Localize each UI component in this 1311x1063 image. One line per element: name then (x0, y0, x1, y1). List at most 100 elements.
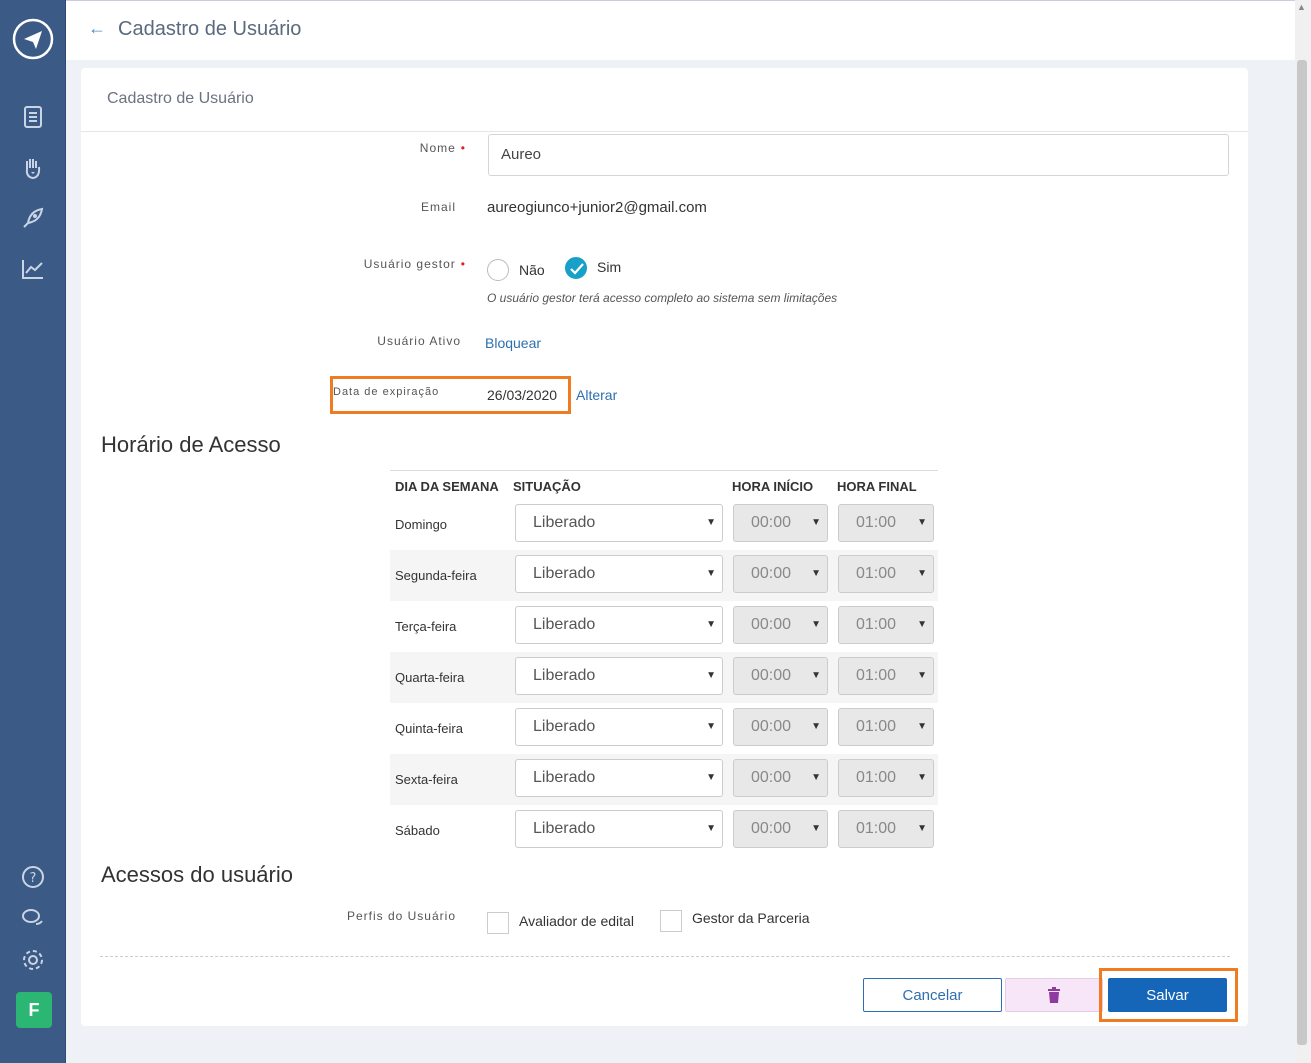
day-label: Quarta-feira (395, 670, 465, 685)
chevron-down-icon: ▼ (811, 670, 821, 681)
day-label: Segunda-feira (395, 568, 477, 583)
chevron-down-icon: ▼ (917, 619, 927, 630)
hora-inicio-select[interactable]: 00:00 ▼ (733, 606, 828, 644)
chevron-down-icon: ▼ (917, 772, 927, 783)
sidebar: ? F (0, 0, 66, 1063)
expiracao-highlight (330, 376, 571, 414)
chevron-down-icon: ▼ (917, 823, 927, 834)
table-row: Quarta-feira Liberado ▼ 00:00 ▼ 01:00 ▼ (390, 652, 938, 703)
document-icon[interactable] (16, 100, 50, 134)
table-row: Segunda-feira Liberado ▼ 00:00 ▼ 01:00 ▼ (390, 550, 938, 601)
gestor-sim-radio[interactable] (565, 257, 587, 279)
form-card: Cadastro de Usuário Nome • Aureo Email au… (81, 68, 1248, 1026)
bloquear-link[interactable]: Bloquear (485, 335, 541, 351)
gestor-sim-label: Sim (597, 259, 622, 275)
gear-icon[interactable] (16, 943, 50, 977)
chevron-down-icon: ▼ (917, 670, 927, 681)
situacao-select[interactable]: Liberado ▼ (515, 708, 723, 746)
table-row: Sexta-feira Liberado ▼ 00:00 ▼ 01:00 ▼ (390, 754, 938, 805)
hora-final-select[interactable]: 01:00 ▼ (838, 759, 934, 797)
day-label: Terça-feira (395, 619, 457, 634)
col-header-inicio: HORA INÍCIO (732, 479, 814, 494)
chevron-down-icon: ▼ (706, 823, 716, 834)
save-highlight (1099, 968, 1238, 1022)
delete-button[interactable] (1005, 978, 1103, 1012)
nome-label: Nome • (419, 141, 466, 155)
gestor-parceria-label: Gestor da Parceria (692, 910, 810, 926)
chevron-down-icon: ▼ (917, 568, 927, 579)
help-icon[interactable]: ? (16, 860, 50, 894)
hora-inicio-select[interactable]: 00:00 ▼ (733, 759, 828, 797)
email-label: Email (420, 200, 456, 214)
avaliador-label: Avaliador de edital (519, 913, 634, 929)
hora-inicio-select[interactable]: 00:00 ▼ (733, 504, 828, 542)
hora-final-select[interactable]: 01:00 ▼ (838, 555, 934, 593)
hand-heart-icon[interactable] (16, 151, 50, 185)
chevron-down-icon: ▼ (706, 670, 716, 681)
situacao-select[interactable]: Liberado ▼ (515, 555, 723, 593)
chevron-down-icon: ▼ (811, 772, 821, 783)
chart-icon[interactable] (16, 252, 50, 286)
page-title: Cadastro de Usuário (118, 18, 302, 40)
scrollbar-thumb[interactable] (1297, 60, 1307, 1045)
situacao-select[interactable]: Liberado ▼ (515, 504, 723, 542)
top-bar: ← Cadastro de Usuário (66, 0, 1295, 60)
chevron-down-icon: ▼ (706, 517, 716, 528)
col-header-final: HORA FINAL (837, 479, 917, 494)
situacao-select[interactable]: Liberado ▼ (515, 657, 723, 695)
acessos-section-title: Acessos do usuário (101, 862, 293, 887)
chevron-down-icon: ▼ (811, 823, 821, 834)
alterar-link[interactable]: Alterar (576, 387, 617, 403)
gestor-nao-label: Não (519, 262, 545, 278)
chat-icon[interactable] (16, 901, 50, 935)
situacao-select[interactable]: Liberado ▼ (515, 810, 723, 848)
rocket-icon[interactable] (16, 201, 50, 235)
ativo-label: Usuário Ativo (377, 334, 461, 348)
scroll-up-icon[interactable]: ▲ (1297, 2, 1306, 12)
col-header-dia: DIA DA SEMANA (395, 479, 499, 494)
chevron-down-icon: ▼ (811, 517, 821, 528)
hora-final-select[interactable]: 01:00 ▼ (838, 504, 934, 542)
check-icon (570, 263, 584, 275)
gestor-nao-radio[interactable] (487, 259, 509, 281)
perfis-label: Perfis do Usuário (346, 909, 456, 923)
divider (81, 131, 1248, 132)
cancel-button[interactable]: Cancelar (863, 978, 1002, 1012)
avaliador-checkbox[interactable] (487, 912, 509, 934)
chevron-down-icon: ▼ (706, 721, 716, 732)
table-row: Quinta-feira Liberado ▼ 00:00 ▼ 01:00 ▼ (390, 703, 938, 754)
chevron-down-icon: ▼ (811, 568, 821, 579)
gestor-label: Usuário gestor • (363, 257, 466, 271)
situacao-select[interactable]: Liberado ▼ (515, 606, 723, 644)
chevron-down-icon: ▼ (811, 619, 821, 630)
gestor-parceria-checkbox[interactable] (660, 910, 682, 932)
email-value: aureogiunco+junior2@gmail.com (487, 199, 707, 216)
back-arrow-icon[interactable]: ← (88, 18, 106, 39)
trash-icon (1048, 987, 1060, 1003)
hora-inicio-select[interactable]: 00:00 ▼ (733, 708, 828, 746)
svg-text:?: ? (30, 871, 37, 886)
hora-inicio-select[interactable]: 00:00 ▼ (733, 810, 828, 848)
nome-input[interactable]: Aureo (488, 134, 1229, 176)
hora-inicio-select[interactable]: 00:00 ▼ (733, 555, 828, 593)
situacao-select[interactable]: Liberado ▼ (515, 759, 723, 797)
gestor-hint: O usuário gestor terá acesso completo ao… (487, 291, 838, 305)
chevron-down-icon: ▼ (917, 517, 927, 528)
card-title: Cadastro de Usuário (107, 90, 254, 107)
hora-final-select[interactable]: 01:00 ▼ (838, 657, 934, 695)
chevron-down-icon: ▼ (706, 772, 716, 783)
logo-icon[interactable] (12, 18, 54, 60)
horario-section-title: Horário de Acesso (101, 432, 281, 457)
chevron-down-icon: ▼ (706, 568, 716, 579)
hora-inicio-select[interactable]: 00:00 ▼ (733, 657, 828, 695)
hora-final-select[interactable]: 01:00 ▼ (838, 810, 934, 848)
chevron-down-icon: ▼ (706, 619, 716, 630)
hora-final-select[interactable]: 01:00 ▼ (838, 708, 934, 746)
hora-final-select[interactable]: 01:00 ▼ (838, 606, 934, 644)
chevron-down-icon: ▼ (917, 721, 927, 732)
divider (100, 956, 1230, 957)
avatar[interactable]: F (16, 992, 52, 1028)
day-label: Sábado (395, 823, 440, 838)
table-row: Sábado Liberado ▼ 00:00 ▼ 01:00 ▼ (390, 805, 938, 856)
table-row: Domingo Liberado ▼ 00:00 ▼ 01:00 ▼ (390, 499, 938, 550)
